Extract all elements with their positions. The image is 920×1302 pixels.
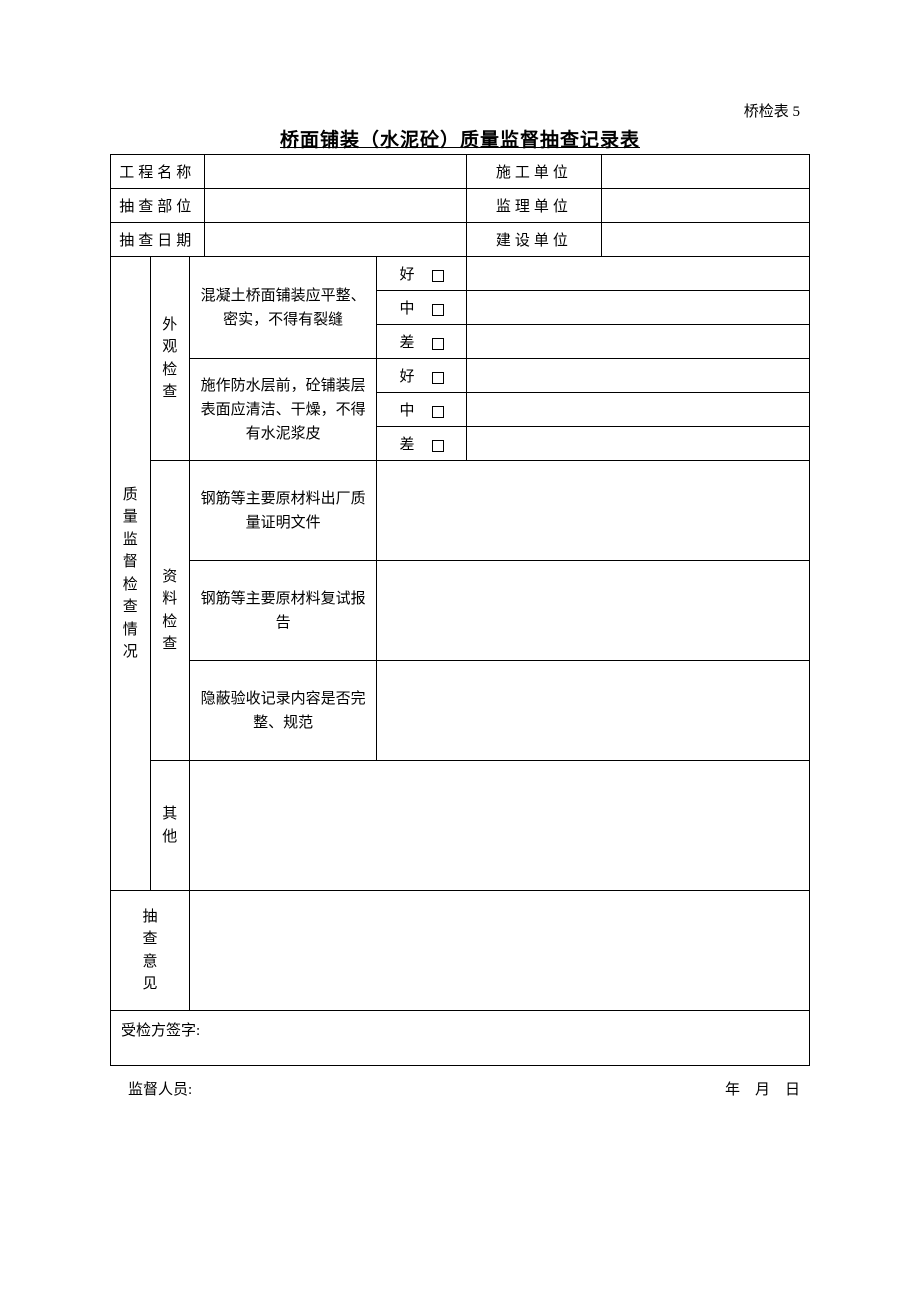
value-check-part[interactable] bbox=[204, 189, 466, 223]
doc-category-label: 资料检查 bbox=[150, 461, 190, 761]
date-label: 年 月 日 bbox=[725, 1078, 800, 1099]
table-row: 抽查意见 bbox=[111, 891, 810, 1011]
checkbox-icon[interactable] bbox=[432, 440, 444, 452]
rating-cell[interactable]: 好 bbox=[377, 359, 466, 393]
rating-cell[interactable]: 差 bbox=[377, 325, 466, 359]
table-row: 隐蔽验收记录内容是否完整、规范 bbox=[111, 661, 810, 761]
value-supervision-unit[interactable] bbox=[601, 189, 809, 223]
visual-item-2: 施作防水层前，砼铺装层表面应清洁、干燥，不得有水泥浆皮 bbox=[190, 359, 377, 461]
value-build-unit[interactable] bbox=[601, 223, 809, 257]
rating-cell[interactable]: 中 bbox=[377, 291, 466, 325]
table-row: 施作防水层前，砼铺装层表面应清洁、干燥，不得有水泥浆皮 好 bbox=[111, 359, 810, 393]
label-build-unit: 建设单位 bbox=[466, 223, 601, 257]
table-row: 其他 bbox=[111, 761, 810, 891]
form-code: 桥检表 5 bbox=[110, 100, 810, 121]
inspector-label: 监督人员: bbox=[128, 1078, 192, 1099]
doc-item-3: 隐蔽验收记录内容是否完整、规范 bbox=[190, 661, 377, 761]
doc-item-2: 钢筋等主要原材料复试报告 bbox=[190, 561, 377, 661]
value-project-name[interactable] bbox=[204, 155, 466, 189]
value-construction-unit[interactable] bbox=[601, 155, 809, 189]
remark-cell[interactable] bbox=[466, 393, 809, 427]
checkbox-icon[interactable] bbox=[432, 304, 444, 316]
value-check-date[interactable] bbox=[204, 223, 466, 257]
remark-cell[interactable] bbox=[377, 561, 810, 661]
table-row: 工程名称 施工单位 bbox=[111, 155, 810, 189]
rating-cell[interactable]: 好 bbox=[377, 257, 466, 291]
visual-item-1: 混凝土桥面铺装应平整、密实，不得有裂缝 bbox=[190, 257, 377, 359]
table-row: 钢筋等主要原材料复试报告 bbox=[111, 561, 810, 661]
label-construction-unit: 施工单位 bbox=[466, 155, 601, 189]
opinion-content[interactable] bbox=[190, 891, 810, 1011]
table-row: 抽查部位 监理单位 bbox=[111, 189, 810, 223]
other-content[interactable] bbox=[190, 761, 810, 891]
table-row: 受检方签字: bbox=[111, 1011, 810, 1066]
visual-category-label: 外观检查 bbox=[150, 257, 190, 461]
checkbox-icon[interactable] bbox=[432, 406, 444, 418]
table-row: 抽查日期 建设单位 bbox=[111, 223, 810, 257]
label-project-name: 工程名称 bbox=[111, 155, 205, 189]
table-row: 资料检查 钢筋等主要原材料出厂质量证明文件 bbox=[111, 461, 810, 561]
table-row: 质量监督检查情况 外观检查 混凝土桥面铺装应平整、密实，不得有裂缝 好 bbox=[111, 257, 810, 291]
remark-cell[interactable] bbox=[377, 661, 810, 761]
label-check-date: 抽查日期 bbox=[111, 223, 205, 257]
remark-cell[interactable] bbox=[466, 427, 809, 461]
doc-item-1: 钢筋等主要原材料出厂质量证明文件 bbox=[190, 461, 377, 561]
checkbox-icon[interactable] bbox=[432, 338, 444, 350]
label-check-part: 抽查部位 bbox=[111, 189, 205, 223]
remark-cell[interactable] bbox=[377, 461, 810, 561]
remark-cell[interactable] bbox=[466, 359, 809, 393]
other-category-label: 其他 bbox=[150, 761, 190, 891]
label-supervision-unit: 监理单位 bbox=[466, 189, 601, 223]
form-title: 桥面铺装（水泥砼）质量监督抽查记录表 bbox=[110, 125, 810, 152]
rating-cell[interactable]: 差 bbox=[377, 427, 466, 461]
checkbox-icon[interactable] bbox=[432, 372, 444, 384]
remark-cell[interactable] bbox=[466, 291, 809, 325]
inspection-table: 工程名称 施工单位 抽查部位 监理单位 抽查日期 建设单位 质量监督检查情况 外… bbox=[110, 154, 810, 1066]
rating-cell[interactable]: 中 bbox=[377, 393, 466, 427]
opinion-label: 抽查意见 bbox=[111, 891, 190, 1011]
main-category-label: 质量监督检查情况 bbox=[111, 257, 151, 891]
remark-cell[interactable] bbox=[466, 325, 809, 359]
footer: 监督人员: 年 月 日 bbox=[110, 1066, 810, 1099]
checkbox-icon[interactable] bbox=[432, 270, 444, 282]
signature-cell[interactable]: 受检方签字: bbox=[111, 1011, 810, 1066]
remark-cell[interactable] bbox=[466, 257, 809, 291]
